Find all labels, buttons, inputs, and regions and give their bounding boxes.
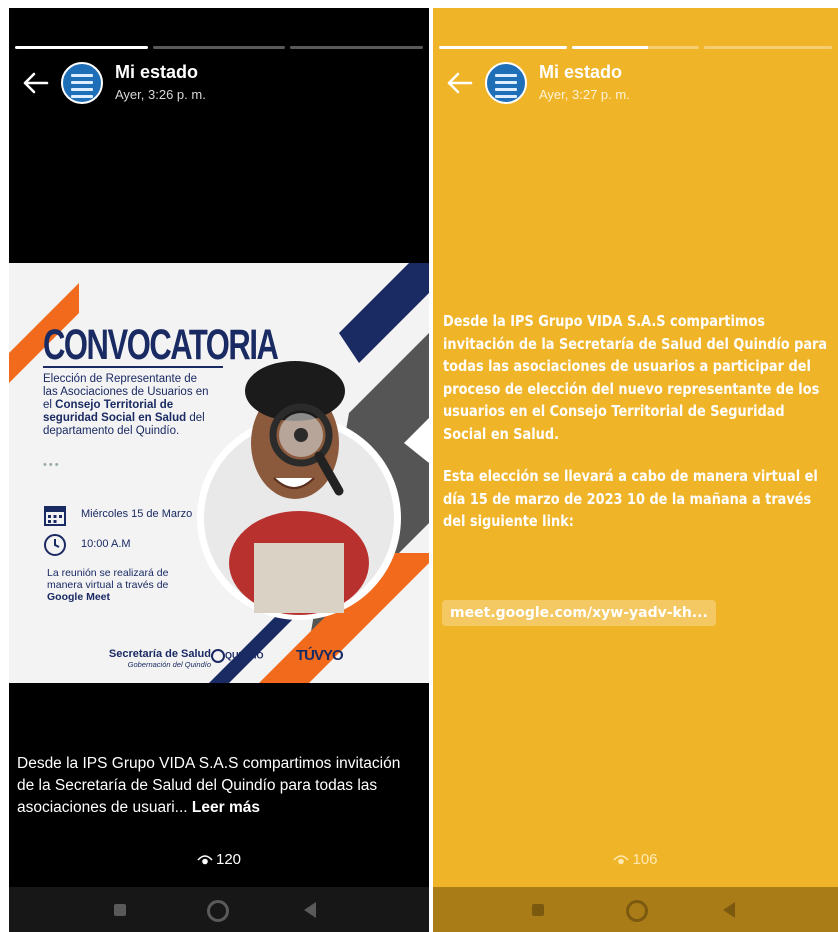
progress-segment [439,46,567,49]
status-caption: Desde la IPS Grupo VIDA S.A.S compartimo… [17,753,417,819]
sponsor-subtitle: Gobernación del Quindío [127,660,211,669]
story-progress [15,46,424,49]
eye-icon [613,855,630,865]
read-more-link[interactable]: Leer más [192,799,260,816]
poster-time: 10:00 A.M [81,538,131,550]
back-arrow-icon[interactable] [21,70,49,96]
status-title: Mi estado [539,62,623,82]
progress-segment [15,46,148,49]
meet-link[interactable]: meet.google.com/xyw-yadv-kh... [442,600,716,626]
sponsor-logo: Secretaría de Salud Gobernación del Quin… [91,648,211,669]
progress-segment [704,46,833,49]
poster-desc-bold: Consejo Territorial de seguridad Social … [43,399,187,424]
poster-dots: ••• [43,459,61,471]
status-text-paragraph: Esta elección se llevará a cabo de maner… [443,467,818,530]
home-icon[interactable] [207,900,229,922]
back-icon[interactable] [304,902,316,918]
status-time: Ayer, 3:27 p. m. [539,87,630,102]
status-viewer-left: Mi estado Ayer, 3:26 p. m. CONVOCATORIA [9,8,429,932]
android-nav-bar [9,887,429,932]
status-title: Mi estado [115,62,199,82]
status-time: Ayer, 3:26 p. m. [115,87,206,102]
poster-title: CONVOCATORIA [43,321,279,369]
calendar-icon [44,506,66,526]
home-icon[interactable] [626,900,648,922]
status-header: Mi estado Ayer, 3:27 p. m. [433,60,838,110]
poster-date-row: Miércoles 15 de Marzo [43,503,192,530]
status-text: Desde la IPS Grupo VIDA S.A.S compartimo… [443,310,830,553]
poster-note-bold: Google Meet [47,591,111,603]
poster-date: Miércoles 15 de Marzo [81,508,193,520]
back-icon[interactable] [723,902,735,918]
recents-icon[interactable] [114,904,126,916]
status-header: Mi estado Ayer, 3:26 p. m. [9,60,429,110]
sponsor-name: Secretaría de Salud [108,648,211,660]
back-arrow-icon[interactable] [445,70,473,96]
progress-segment [152,46,286,49]
avatar[interactable] [61,62,103,104]
status-viewer-right: Mi estado Ayer, 3:27 p. m. Desde la IPS … [433,8,838,932]
progress-segment [290,46,424,49]
eye-icon [197,855,213,865]
status-image: CONVOCATORIA Elección de Representante d… [9,263,429,683]
clock-icon [44,534,66,556]
android-nav-bar [433,887,838,932]
status-text-paragraph: Desde la IPS Grupo VIDA S.A.S compartimo… [443,312,828,443]
view-count[interactable]: 120 [9,851,429,868]
view-count[interactable]: 106 [433,851,838,868]
tuvoz-logo: TÚVYO [296,647,344,664]
quindio-logo: QUINDÍO [211,649,264,663]
progress-segment [571,46,700,49]
poster-divider [43,366,223,368]
view-count-number: 106 [632,851,658,868]
poster-note: La reunión se realizará de manera virtua… [47,567,197,603]
poster-note-text: La reunión se realizará de manera virtua… [47,567,169,591]
avatar[interactable] [485,62,527,104]
story-progress [439,46,833,49]
recents-icon[interactable] [532,904,544,916]
view-count-number: 120 [215,851,242,868]
poster-time-row: 10:00 A.M [43,533,131,560]
poster-description: Elección de Representante de las Asociac… [43,373,213,438]
